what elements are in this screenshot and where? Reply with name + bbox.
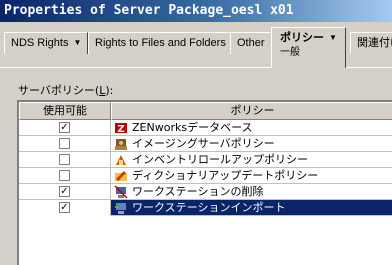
enabled-checkbox[interactable] — [59, 154, 70, 165]
dropdown-arrow-icon: ▼ — [73, 38, 82, 47]
imaging-icon — [115, 139, 127, 150]
policy-label: インベントリロールアップポリシー — [132, 153, 308, 166]
tab-label: 関連付け — [357, 37, 392, 49]
list-item[interactable]: インベントリロールアップポリシー — [19, 152, 392, 168]
tab-label: Rights to Files and Folders — [95, 37, 226, 49]
svg-text:Z: Z — [117, 124, 124, 135]
workstation-import-icon — [115, 203, 126, 214]
policy-list[interactable]: 使用可能 ポリシー ✓ Z ZENworksデータベース イメージングサーバポリ… — [17, 100, 392, 265]
enabled-checkbox[interactable]: ✓ — [59, 202, 70, 213]
policy-panel: サーバポリシー(L): 使用可能 ポリシー ✓ Z ZENworksデータベース… — [0, 67, 392, 265]
tab-label: Other — [237, 37, 265, 49]
inventory-icon — [116, 155, 126, 165]
column-header-policy[interactable]: ポリシー — [111, 102, 392, 120]
policy-label: ディクショナリアップデートポリシー — [132, 169, 319, 182]
tab-policy[interactable]: ポリシー ▼ 一般 — [271, 27, 346, 68]
tab-strip: NDS Rights ▼ Rights to Files and Folders … — [0, 22, 392, 68]
policy-label: ZENworksデータベース — [132, 121, 253, 134]
database-icon: Z — [115, 123, 127, 135]
tab-nds-rights[interactable]: NDS Rights ▼ — [4, 32, 89, 54]
column-header-enabled[interactable]: 使用可能 — [19, 102, 111, 120]
enabled-checkbox[interactable] — [59, 170, 70, 181]
list-item[interactable]: ✓ Z ZENworksデータベース — [19, 120, 392, 136]
tab-label: ポリシー — [280, 32, 324, 44]
list-item[interactable]: イメージングサーバポリシー — [19, 136, 392, 152]
window-title: Properties of Server Package_oesl x01 — [0, 0, 392, 22]
tab-sublabel: 一般 — [280, 47, 300, 58]
tab-rights-to-files[interactable]: Rights to Files and Folders — [88, 32, 233, 54]
policy-label: ワークステーションインポート — [132, 201, 286, 214]
tab-other[interactable]: Other — [230, 32, 272, 54]
list-item[interactable]: ✓ ワークステーションインポート — [19, 200, 392, 216]
directory-update-icon — [115, 171, 127, 181]
policy-label: ワークステーションの削除 — [132, 185, 264, 198]
dropdown-arrow-icon: ▼ — [329, 33, 337, 42]
tab-label: NDS Rights — [11, 37, 69, 49]
list-item[interactable]: ディクショナリアップデートポリシー — [19, 168, 392, 184]
list-item[interactable]: ✓ ワークステーションの削除 — [19, 184, 392, 200]
server-policy-label: サーバポリシー(L): — [18, 84, 114, 97]
workstation-delete-icon — [114, 185, 128, 199]
enabled-checkbox[interactable]: ✓ — [59, 186, 70, 197]
policy-label: イメージングサーバポリシー — [132, 137, 275, 150]
enabled-checkbox[interactable] — [59, 138, 70, 149]
enabled-checkbox[interactable]: ✓ — [59, 122, 70, 133]
tab-associations[interactable]: 関連付け — [350, 32, 392, 54]
